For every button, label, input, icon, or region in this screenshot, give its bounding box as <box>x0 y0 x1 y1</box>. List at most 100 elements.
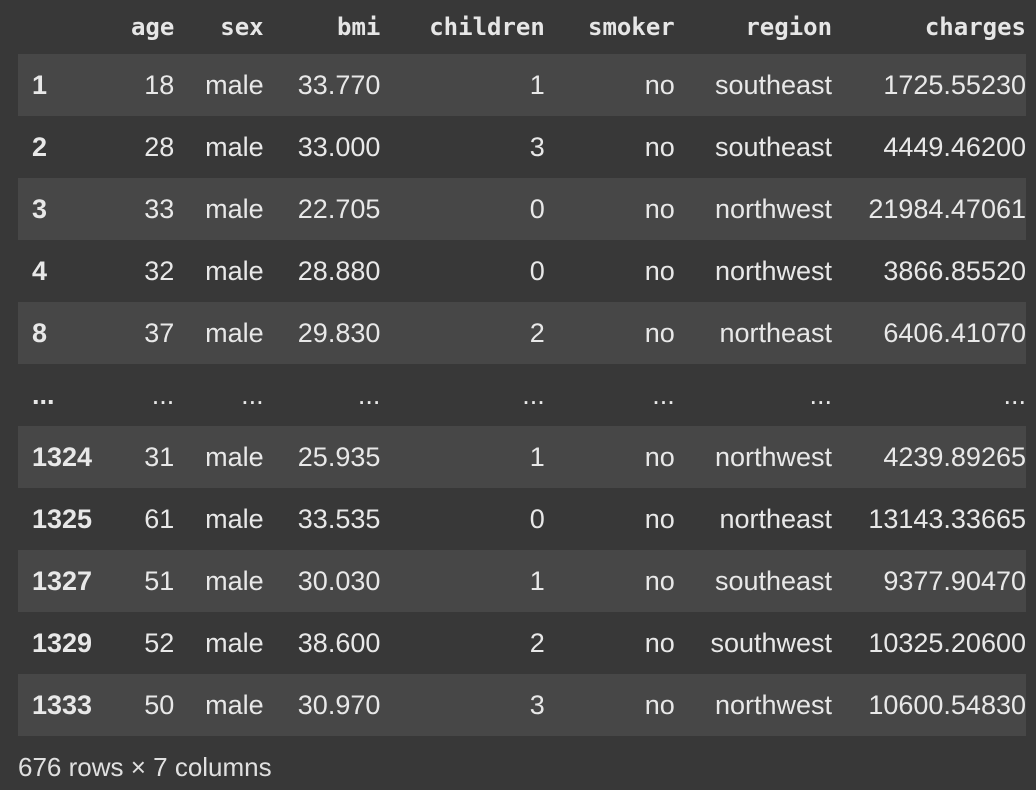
table-cell: 61 <box>144 503 175 534</box>
table-row: 4 32 male 28.880 0 no northwest 3866.85520 <box>18 240 1026 302</box>
row-index: 1333 <box>32 689 93 720</box>
table-cell: 3 <box>529 689 545 720</box>
table-cell: northwest <box>715 193 833 224</box>
table-cell: 1 <box>529 69 545 100</box>
shape-summary: 676 rows × 7 columns <box>18 752 272 782</box>
table-cell: northwest <box>715 689 833 720</box>
table-cell: 21984.47061 <box>868 193 1026 224</box>
table-cell: 51 <box>144 565 175 596</box>
table-cell: 37 <box>144 317 175 348</box>
table-cell: ... <box>151 379 175 410</box>
table-cell: male <box>205 565 264 596</box>
table-cell: 1725.55230 <box>883 69 1026 100</box>
table-row: 1333 50 male 30.970 3 no northwest 10600.54830 <box>18 674 1026 736</box>
table-cell: male <box>205 503 264 534</box>
table-cell: 4449.46200 <box>883 131 1026 162</box>
table-row: 1325 61 male 33.535 0 no northeast 13143.33665 <box>18 488 1026 550</box>
table-cell: 2 <box>529 627 545 658</box>
table-cell: no <box>644 255 675 286</box>
table-cell: 28 <box>144 131 175 162</box>
column-header: children <box>429 13 545 41</box>
table-cell: ... <box>652 379 675 410</box>
row-index: 1325 <box>32 503 93 534</box>
table-cell: 32 <box>144 255 175 286</box>
table-header: age sex bmi children smoker region charges <box>18 0 1026 54</box>
table-cell: 33.000 <box>297 131 381 162</box>
row-index: ... <box>32 379 55 410</box>
table-cell: male <box>205 441 264 472</box>
table-cell: 52 <box>144 627 175 658</box>
table-cell: 1 <box>529 565 545 596</box>
column-header: bmi <box>337 13 381 41</box>
table-cell: northeast <box>719 317 833 348</box>
table-cell: 4239.89265 <box>883 441 1026 472</box>
table-cell: 38.600 <box>297 627 381 658</box>
table-row: ........................ <box>18 364 1026 426</box>
table-cell: male <box>205 69 264 100</box>
index-header <box>18 0 101 54</box>
table-row: 1329 52 male 38.600 2 no southwest 10325.20600 <box>18 612 1026 674</box>
table-cell: 25.935 <box>297 441 381 472</box>
row-index: 2 <box>32 131 48 162</box>
table-cell: southwest <box>710 627 833 658</box>
table-cell: 29.830 <box>297 317 381 348</box>
table-cell: 0 <box>529 255 545 286</box>
table-cell: ... <box>357 379 381 410</box>
row-index: 8 <box>32 317 48 348</box>
table-row: 3 33 male 22.705 0 no northwest 21984.47061 <box>18 178 1026 240</box>
table-cell: no <box>644 441 675 472</box>
table-cell: southeast <box>714 69 833 100</box>
column-header: age <box>130 13 175 41</box>
table-cell: 28.880 <box>297 255 381 286</box>
table-cell: male <box>205 627 264 658</box>
table-cell: 33 <box>144 193 175 224</box>
table-cell: 9377.90470 <box>883 565 1026 596</box>
table-cell: 33.770 <box>297 69 381 100</box>
row-index: 1329 <box>32 627 93 658</box>
table-row: 1 18 male 33.770 1 no southeast 1725.55230 <box>18 54 1026 116</box>
table-cell: no <box>644 193 675 224</box>
table-cell: male <box>205 317 264 348</box>
table-cell: no <box>644 627 675 658</box>
row-index: 4 <box>32 255 48 286</box>
table-row: 2 28 male 33.000 3 no southeast 4449.46200 <box>18 116 1026 178</box>
table-cell: 3866.85520 <box>883 255 1026 286</box>
table-cell: 33.535 <box>297 503 381 534</box>
header-row: age sex bmi children smoker region charges <box>18 0 1026 54</box>
table-cell: no <box>644 131 675 162</box>
column-header: region <box>745 13 833 41</box>
table-cell: no <box>644 565 675 596</box>
column-header: charges <box>924 13 1026 41</box>
table-cell: 0 <box>529 193 545 224</box>
table-cell: 18 <box>144 69 175 100</box>
table-cell: ... <box>809 379 833 410</box>
table-body: 1 18 male 33.770 1 no southeast 1725.55230 2 28 ma… <box>18 54 1026 736</box>
table-cell: northeast <box>719 503 833 534</box>
table-row: 1324 31 male 25.935 1 no northwest 4239.89265 <box>18 426 1026 488</box>
table-cell: 50 <box>144 689 175 720</box>
table-cell: 0 <box>529 503 545 534</box>
table-cell: 6406.41070 <box>883 317 1026 348</box>
table-cell: ... <box>241 379 264 410</box>
table-cell: no <box>644 317 675 348</box>
table-cell: northwest <box>715 441 833 472</box>
table-cell: male <box>205 131 264 162</box>
table-cell: no <box>644 69 675 100</box>
table-cell: ... <box>522 379 545 410</box>
table-cell: southeast <box>714 565 833 596</box>
table-cell: ... <box>1003 379 1026 410</box>
column-header: smoker <box>588 13 675 41</box>
table-cell: 2 <box>529 317 545 348</box>
table-cell: southeast <box>714 131 833 162</box>
row-index: 1327 <box>32 565 93 596</box>
table-cell: male <box>205 193 264 224</box>
table-cell: 30.030 <box>297 565 381 596</box>
table-cell: northwest <box>715 255 833 286</box>
dataframe-output: age sex bmi children smoker region charges 1 18… <box>0 0 1036 790</box>
dataframe-table: age sex bmi children smoker region charges 1 18… <box>18 0 1026 736</box>
table-row: 1327 51 male 30.030 1 no southeast 9377.90470 <box>18 550 1026 612</box>
table-cell: male <box>205 689 264 720</box>
table-cell: 30.970 <box>297 689 381 720</box>
row-index: 1 <box>32 69 48 100</box>
table-cell: 10600.54830 <box>868 689 1026 720</box>
